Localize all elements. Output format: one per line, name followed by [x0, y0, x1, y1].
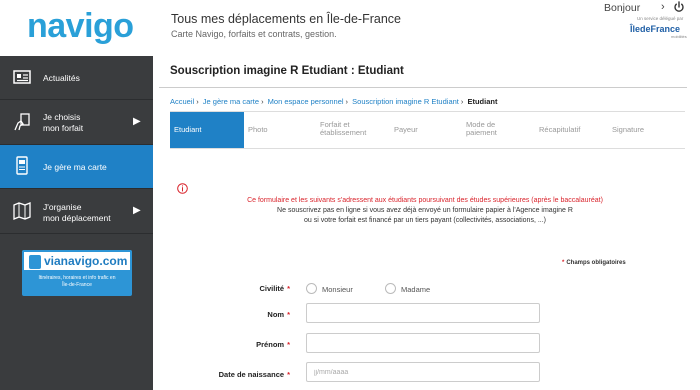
sidebar-item-label: Je choisis mon forfait — [43, 112, 84, 133]
radio-monsieur[interactable] — [306, 283, 317, 294]
partner-small-text: Un service délégué par — [637, 16, 684, 21]
sidebar-divider — [0, 233, 153, 234]
sidebar-item-label: Je gère ma carte — [43, 162, 107, 172]
vianavigo-promo[interactable]: vianavigo.com Itinéraires, horaires et i… — [22, 250, 132, 296]
news-icon — [13, 70, 31, 84]
breadcrumb-item[interactable]: Je gère ma carte — [203, 97, 259, 106]
tab-forfait[interactable]: Forfait et établissement — [316, 112, 390, 148]
sidebar-item-label: Actualités — [43, 73, 80, 83]
chevron-right-icon: ▶ — [133, 116, 141, 127]
page-title: Souscription imagine R Etudiant : Etudia… — [170, 65, 404, 77]
tab-payeur[interactable]: Payeur — [390, 112, 462, 148]
sidebar-item-label: J'organise mon déplacement — [43, 202, 111, 223]
breadcrumb-item[interactable]: Accueil — [170, 97, 194, 106]
nom-label: Nom * — [267, 310, 290, 319]
sidebar-item-actualites[interactable]: Actualités — [0, 56, 153, 99]
sidebar-item-forfait[interactable]: Je choisis mon forfait ▶ — [0, 100, 153, 144]
required-note: * Champs obligatoires — [562, 260, 626, 266]
breadcrumb-item[interactable]: Souscription imagine R Etudiant — [352, 97, 459, 106]
breadcrumb-current: Etudiant — [467, 97, 498, 106]
radio-label: Monsieur — [322, 285, 353, 294]
civility-label: Civilité * — [259, 284, 290, 293]
tab-recapitulatif[interactable]: Récapitulatif — [535, 112, 608, 148]
dob-field[interactable] — [306, 362, 540, 382]
sidebar-item-carte[interactable]: Je gère ma carte — [0, 145, 153, 188]
info-icon — [177, 183, 188, 194]
chevron-right-icon[interactable]: › — [661, 1, 665, 13]
header-subtagline: Carte Navigo, forfaits et contrats, gest… — [171, 29, 337, 39]
tab-etudiant[interactable]: Etudiant — [170, 112, 244, 148]
tab-signature[interactable]: Signature — [608, 112, 685, 148]
breadcrumb: Accueil › Je gère ma carte › Mon espace pe… — [170, 97, 498, 106]
partner-logo: ÎledeFrance — [630, 24, 681, 34]
step-tabs: Etudiant Photo Forfait et établissement … — [170, 111, 685, 149]
header: navigo Tous mes déplacements en Île-de-F… — [0, 0, 700, 56]
prenom-field[interactable] — [306, 333, 540, 353]
notice-line: ou si votre forfait est financé par un t… — [304, 217, 546, 224]
nom-field[interactable] — [306, 303, 540, 323]
dob-label: Date de naissance * — [218, 370, 290, 379]
header-tagline: Tous mes déplacements en Île-de-France — [171, 12, 401, 26]
navigo-logo[interactable]: navigo — [27, 6, 134, 46]
radio-label: Madame — [401, 285, 431, 294]
sidebar: Actualités Je choisis mon forfait ▶ Je g… — [0, 56, 153, 390]
tab-paiement[interactable]: Mode de paiement — [462, 112, 535, 148]
title-divider — [159, 87, 687, 88]
breadcrumb-item[interactable]: Mon espace personnel — [268, 97, 344, 106]
partner-sub-text: mobilités — [671, 34, 687, 39]
card-icon — [16, 156, 28, 175]
hand-ticket-icon — [14, 113, 30, 131]
map-icon — [13, 202, 31, 220]
sidebar-item-deplacement[interactable]: J'organise mon déplacement ▶ — [0, 189, 153, 233]
chevron-right-icon: ▶ — [133, 205, 141, 216]
greeting-link[interactable]: Bonjour — [604, 2, 640, 14]
vianavigo-header: vianavigo.com — [22, 250, 132, 272]
prenom-label: Prénom * — [256, 340, 290, 349]
vianavigo-icon — [29, 255, 41, 269]
tab-photo[interactable]: Photo — [244, 112, 316, 148]
vianavigo-title: vianavigo.com — [44, 254, 128, 268]
notice-line: Ne souscrivez pas en ligne si vous avez … — [277, 207, 573, 214]
notice-warning: Ce formulaire et les suivants s'adressen… — [247, 197, 603, 204]
vianavigo-description: Itinéraires, horaires et info trafic en … — [38, 275, 116, 288]
radio-madame[interactable] — [385, 283, 396, 294]
power-icon[interactable] — [673, 1, 685, 13]
